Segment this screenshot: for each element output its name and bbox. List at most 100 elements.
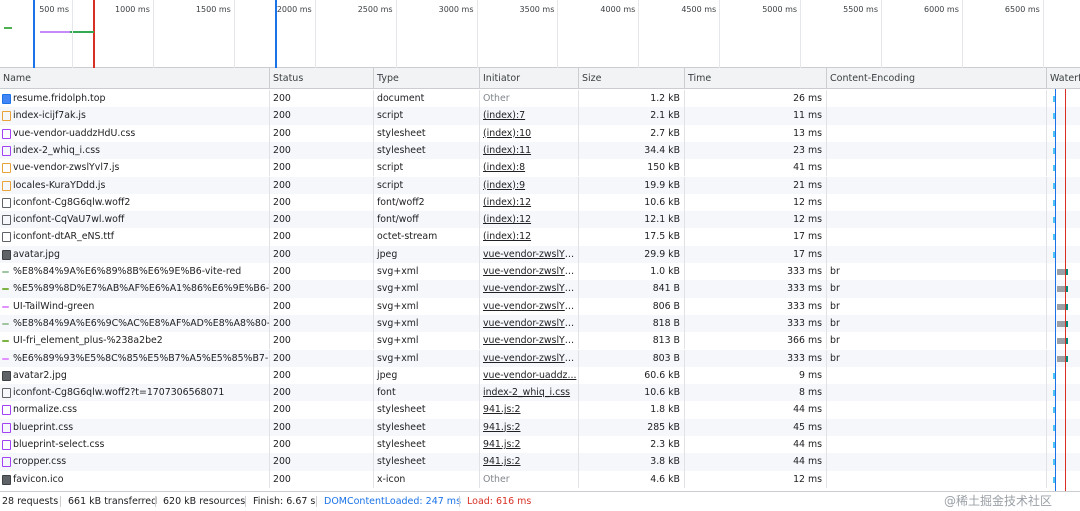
request-initiator-cell[interactable]: vue-vendor-zwslYv... [480,280,579,298]
request-initiator-cell[interactable]: vue-vendor-zwslYv... [480,263,579,281]
request-type-cell: stylesheet [374,436,480,454]
request-time-cell: 8 ms [685,384,827,402]
waterfall-cell [1047,471,1080,488]
request-initiator-cell[interactable]: (index):9 [480,176,579,194]
request-size-cell: 803 B [579,349,685,367]
request-initiator-cell[interactable]: vue-vendor-zwslYv... [480,332,579,350]
request-initiator-cell[interactable]: index-2_whiq_i.css [480,384,579,402]
request-encoding-cell [827,436,1047,454]
divider [245,496,246,507]
status-bar: 28 requests 661 kB transferred 620 kB re… [0,491,1080,511]
dom-content-loaded: DOMContentLoaded: 247 ms [324,496,462,507]
table-row[interactable]: cropper.css 200 stylesheet 941.js:2 3.8 kB 44… [0,453,1080,471]
request-initiator-cell[interactable]: vue-vendor-zwslYv... [480,297,579,315]
request-name: %E8%84%9A%E6%9C%AC%E8%AF%AD%E8%A8%80-T..… [13,317,270,329]
column-header-size[interactable]: Size [579,68,685,89]
request-name-cell: UI-TailWind-green [0,297,270,315]
table-row[interactable]: vue-vendor-uaddzHdU.css 200 stylesheet (ind… [0,124,1080,142]
column-header-initiator[interactable]: Initiator [480,68,579,89]
stylesheet-icon [2,440,11,450]
request-size-cell: 10.6 kB [579,384,685,402]
column-header-waterfall[interactable]: Waterfall [1047,68,1080,89]
waterfall-bar [1057,355,1065,362]
column-header-status[interactable]: Status [270,68,374,89]
overview-gridline [233,0,235,68]
overview-tick-label: 2000 ms [276,5,312,14]
request-time-cell: 12 ms [685,211,827,229]
table-row[interactable]: resume.fridolph.top 200 document Other 1.2 k… [0,90,1080,108]
table-row[interactable]: index-icijf7ak.js 200 script (index):7 2.1 k… [0,107,1080,125]
request-initiator-cell[interactable]: vue-vendor-uaddz... [480,366,579,385]
request-size-cell: 1.0 kB [579,263,685,281]
overview-gridline [638,0,640,68]
request-initiator-cell[interactable]: 941.js:2 [480,401,579,419]
request-initiator-cell[interactable]: (index):12 [480,228,579,246]
request-initiator-cell[interactable]: (index):11 [480,141,579,160]
request-initiator-cell[interactable]: (index):12 [480,193,579,212]
waterfall-bar [1057,338,1065,345]
table-row[interactable]: %E5%89%8D%E7%AB%AF%E6%A1%86%E6%9E%B6-Vu.… [0,280,1080,298]
table-row[interactable]: normalize.css 200 stylesheet 941.js:2 1.8 kB… [0,401,1080,419]
table-row[interactable]: blueprint-select.css 200 stylesheet 941.js:… [0,436,1080,454]
image-icon [2,474,11,485]
waterfall-cell [1047,436,1080,453]
waterfall-cell [1047,384,1080,401]
request-type-cell: jpeg [374,366,480,385]
request-encoding-cell [827,90,1047,108]
request-name: index-2_whiq_i.css [13,144,101,156]
request-initiator-cell[interactable]: vue-vendor-zwslYv... [480,314,579,333]
image-icon [2,370,11,381]
svg-icon [2,305,9,308]
request-name-cell: %E8%84%9A%E6%89%8B%E6%9E%B6-vite-red [0,263,270,281]
request-initiator-cell[interactable]: (index):12 [480,211,579,229]
font-icon [2,232,11,243]
request-name-cell: blueprint-select.css [0,436,270,454]
waterfall-bar [1057,320,1065,327]
table-row[interactable]: index-2_whiq_i.css 200 stylesheet (index):1… [0,141,1080,160]
column-header-time[interactable]: Time [685,68,827,89]
request-size-cell: 806 B [579,297,685,315]
request-initiator-cell[interactable]: (index):8 [480,159,579,177]
request-initiator-cell[interactable]: 941.js:2 [480,436,579,454]
table-row[interactable]: iconfont-Cg8G6qlw.woff2 200 font/woff2 (ind… [0,193,1080,212]
request-type-cell: svg+xml [374,263,480,281]
request-initiator-cell[interactable]: 941.js:2 [480,418,579,436]
waterfall-cell [1047,419,1080,436]
request-encoding-cell [827,384,1047,402]
table-row[interactable]: iconfont-dtAR_eNS.ttf 200 octet-stream (ind… [0,228,1080,246]
request-time-cell: 17 ms [685,245,827,263]
table-row[interactable]: UI-TailWind-green 200 svg+xml vue-vendor-zw… [0,297,1080,315]
request-initiator-cell[interactable]: (index):7 [480,107,579,125]
divider [459,496,460,507]
table-row[interactable]: %E8%84%9A%E6%9C%AC%E8%AF%AD%E8%A8%80-T..… [0,314,1080,333]
table-row[interactable]: locales-KuraYDdd.js 200 script (index):9 19.… [0,176,1080,194]
load-line-waterfall [1065,89,1066,491]
table-row[interactable]: %E8%84%9A%E6%89%8B%E6%9E%B6-vite-red 200 s… [0,263,1080,281]
table-row[interactable]: avatar.jpg 200 jpeg vue-vendor-zwslYv... 29.… [0,245,1080,263]
request-initiator-cell[interactable]: vue-vendor-zwslYv... [480,245,579,263]
table-row[interactable]: iconfont-CqVaU7wl.woff 200 font/woff (index… [0,211,1080,229]
overview-request-bar [4,27,12,29]
column-header-type[interactable]: Type [374,68,480,89]
request-encoding-cell [827,124,1047,142]
table-row[interactable]: avatar2.jpg 200 jpeg vue-vendor-uaddz... 60.… [0,366,1080,385]
table-row[interactable]: vue-vendor-zwslYvl7.js 200 script (index):8… [0,159,1080,177]
table-row[interactable]: iconfont-Cg8G6qlw.woff2?t=1707306568071 2… [0,384,1080,402]
column-header-name[interactable]: Name [0,68,270,89]
waterfall-cell [1047,194,1080,211]
overview-tick-label: 5000 ms [762,5,798,14]
overview-request-bar [70,31,94,33]
request-initiator-cell[interactable]: (index):10 [480,124,579,142]
request-initiator-cell[interactable]: vue-vendor-zwslYv... [480,349,579,367]
table-row[interactable]: %E6%89%93%E5%8C%85%E5%B7%A5%E5%85%B7-Rol… [0,349,1080,367]
request-initiator-cell[interactable]: 941.js:2 [480,453,579,471]
column-header-content-encoding[interactable]: Content-Encoding [827,68,1047,89]
overview-tick-label: 3000 ms [438,5,474,14]
request-name-cell: %E8%84%9A%E6%9C%AC%E8%AF%AD%E8%A8%80-T..… [0,314,270,333]
overview-timeline[interactable]: 500 ms 1000 ms 1500 ms 2000 ms 2500 ms 3000 m… [0,0,1080,68]
table-row[interactable]: favicon.ico 200 x-icon Other 4.6 kB 12 ms [0,470,1080,488]
request-type-cell: octet-stream [374,228,480,246]
table-row[interactable]: UI-fri_element_plus-%238a2be2 200 svg+xml v… [0,332,1080,350]
table-row[interactable]: blueprint.css 200 stylesheet 941.js:2 285 kB… [0,418,1080,436]
request-name: %E6%89%93%E5%8C%85%E5%B7%A5%E5%85%B7-Rol… [13,352,270,364]
